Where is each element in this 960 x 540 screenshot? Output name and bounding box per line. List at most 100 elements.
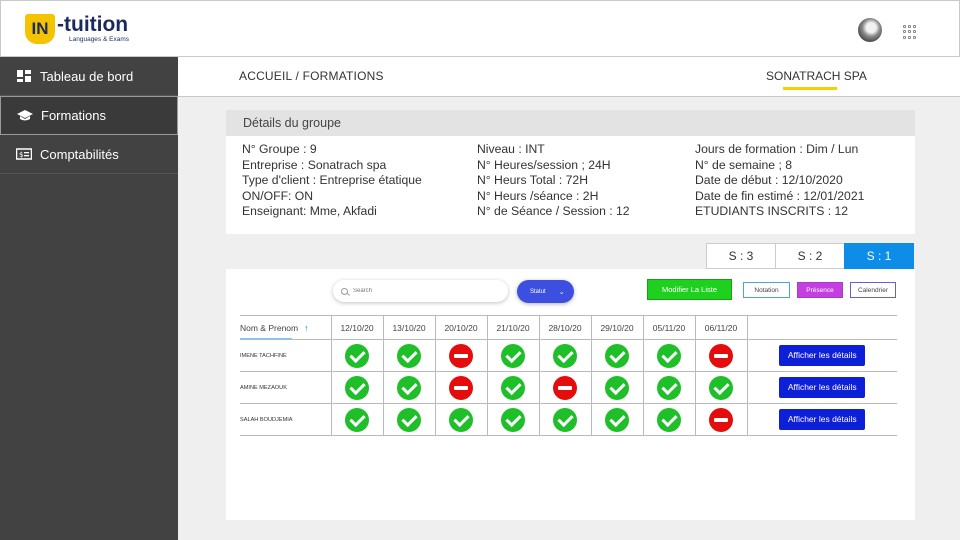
tab-session-3[interactable]: S : 3 — [706, 243, 776, 269]
modify-list-button[interactable]: Modifier La Liste — [647, 279, 732, 300]
user-avatar[interactable] — [858, 18, 882, 42]
check-circle-icon[interactable] — [501, 343, 525, 368]
chevron-down-icon: ⌄ — [558, 288, 565, 296]
name-header-label: Nom & Prenom — [240, 322, 299, 333]
minus-circle-icon[interactable] — [449, 343, 473, 368]
detail-line: N° Heures/session ; 24H — [477, 157, 611, 172]
tab-session-2[interactable]: S : 2 — [775, 243, 845, 269]
action-cell: Afficher les détails — [746, 371, 897, 404]
table-row: AMINE MEZAOUK Afficher les détails — [240, 371, 897, 404]
search-box[interactable] — [333, 280, 508, 302]
date-column-header: 21/10/20 — [486, 315, 539, 340]
app-header: IN -tuition Languages & Exams — [0, 0, 960, 57]
check-circle-icon[interactable] — [553, 407, 577, 432]
search-input[interactable] — [353, 288, 493, 294]
sort-arrow-icon[interactable]: ↑ — [304, 323, 309, 333]
detail-line: N° Groupe : 9 — [242, 142, 317, 156]
check-circle-icon[interactable] — [345, 375, 369, 400]
check-circle-icon[interactable] — [345, 343, 369, 368]
check-circle-icon[interactable] — [501, 407, 525, 432]
breadcrumb[interactable]: ACCUEIL / FORMATIONS — [239, 69, 384, 83]
check-circle-icon[interactable] — [449, 407, 473, 432]
attendance-cell — [538, 403, 591, 436]
attendance-cell — [382, 371, 435, 404]
attendance-cell — [382, 339, 435, 372]
minus-circle-icon[interactable] — [709, 343, 733, 368]
name-column-header[interactable]: Nom & Prenom ↑ — [240, 315, 331, 340]
notation-button[interactable]: Notation — [743, 282, 790, 298]
attendance-cell — [330, 339, 383, 372]
money-icon: $ — [16, 148, 32, 160]
attendance-panel: Statut ⌄ Modifier La Liste Notation Prés… — [226, 269, 915, 520]
attendance-cell — [486, 339, 539, 372]
detail-line: Date de début : 12/10/2020 — [695, 173, 843, 187]
attendance-cell — [330, 403, 383, 436]
show-details-button[interactable]: Afficher les détails — [779, 345, 866, 366]
attendance-cell — [694, 371, 747, 404]
app-logo[interactable]: IN -tuition Languages & Exams — [25, 14, 129, 44]
minus-circle-icon[interactable] — [553, 375, 577, 400]
detail-line: N° Heurs Total : 72H — [477, 173, 588, 187]
company-name[interactable]: SONATRACH SPA — [766, 69, 867, 83]
sidebar-item-label: Tableau de bord — [40, 68, 134, 84]
company-underline — [783, 87, 837, 90]
detail-line: N° de Séance / Session : 12 — [477, 204, 630, 218]
detail-line: Entreprise : Sonatrach spa — [242, 157, 387, 172]
logo-subtitle: Languages & Exams — [69, 36, 129, 43]
detail-line: Enseignant: Mme, Akfadi — [242, 204, 377, 218]
check-circle-icon[interactable] — [397, 407, 421, 432]
attendance-cell — [642, 371, 695, 404]
check-circle-icon[interactable] — [553, 343, 577, 368]
date-column-header: 05/11/20 — [642, 315, 695, 340]
check-circle-icon[interactable] — [657, 343, 681, 368]
show-details-button[interactable]: Afficher les détails — [779, 409, 866, 430]
show-details-button[interactable]: Afficher les détails — [779, 377, 866, 398]
svg-text:$: $ — [19, 151, 23, 159]
check-circle-icon[interactable] — [657, 375, 681, 400]
attendance-cell — [538, 339, 591, 372]
check-circle-icon[interactable] — [397, 343, 421, 368]
detail-line: Niveau : INT — [477, 142, 545, 156]
sidebar-item-formations[interactable]: Formations — [0, 96, 178, 135]
date-column-header: 28/10/20 — [538, 315, 591, 340]
top-bar: ACCUEIL / FORMATIONS SONATRACH SPA — [178, 57, 960, 97]
check-circle-icon[interactable] — [345, 407, 369, 432]
attendance-cell — [590, 403, 643, 436]
minus-circle-icon[interactable] — [449, 375, 473, 400]
attendance-cell — [486, 371, 539, 404]
check-circle-icon[interactable] — [657, 407, 681, 432]
calendrier-button[interactable]: Calendrier — [850, 282, 896, 298]
sidebar-item-label: Comptabilités — [40, 146, 119, 162]
attendance-cell — [642, 339, 695, 372]
attendance-cell — [434, 403, 487, 436]
attendance-cell — [434, 339, 487, 372]
group-details-card: Détails du groupe N° Groupe : 9 Entrepri… — [226, 110, 915, 234]
check-circle-icon[interactable] — [501, 375, 525, 400]
apps-grid-icon[interactable] — [903, 25, 917, 39]
attendance-cell — [642, 403, 695, 436]
attendance-cell — [538, 371, 591, 404]
details-column-1: N° Groupe : 9 Entreprise : Sonatrach spa… — [242, 142, 422, 220]
header-underline — [240, 338, 292, 340]
date-column-header: 06/11/20 — [694, 315, 747, 340]
table-row: IMENE TACHFINE Afficher les détails — [240, 339, 897, 372]
presence-button[interactable]: Présence — [797, 282, 843, 298]
tab-session-1[interactable]: S : 1 — [844, 243, 914, 269]
date-column-header: 29/10/20 — [590, 315, 643, 340]
sidebar-item-dashboard[interactable]: Tableau de bord — [0, 57, 178, 96]
attendance-cell — [382, 403, 435, 436]
sidebar-item-comptabilites[interactable]: $ Comptabilités — [0, 135, 178, 174]
attendance-cell — [694, 403, 747, 436]
statut-dropdown[interactable]: Statut ⌄ — [517, 280, 574, 303]
sidebar-item-label: Formations — [41, 108, 107, 123]
check-circle-icon[interactable] — [605, 407, 629, 432]
check-circle-icon[interactable] — [605, 343, 629, 368]
check-circle-icon[interactable] — [397, 375, 421, 400]
check-circle-icon[interactable] — [605, 375, 629, 400]
group-details-title: Détails du groupe — [226, 110, 915, 136]
logo-name: -tuition — [57, 13, 129, 36]
table-header-row: Nom & Prenom ↑ 12/10/20 13/10/20 20/10/20… — [240, 315, 897, 340]
check-circle-icon[interactable] — [709, 375, 733, 400]
detail-line: N° Heurs /séance : 2H — [477, 188, 599, 203]
minus-circle-icon[interactable] — [709, 407, 733, 432]
